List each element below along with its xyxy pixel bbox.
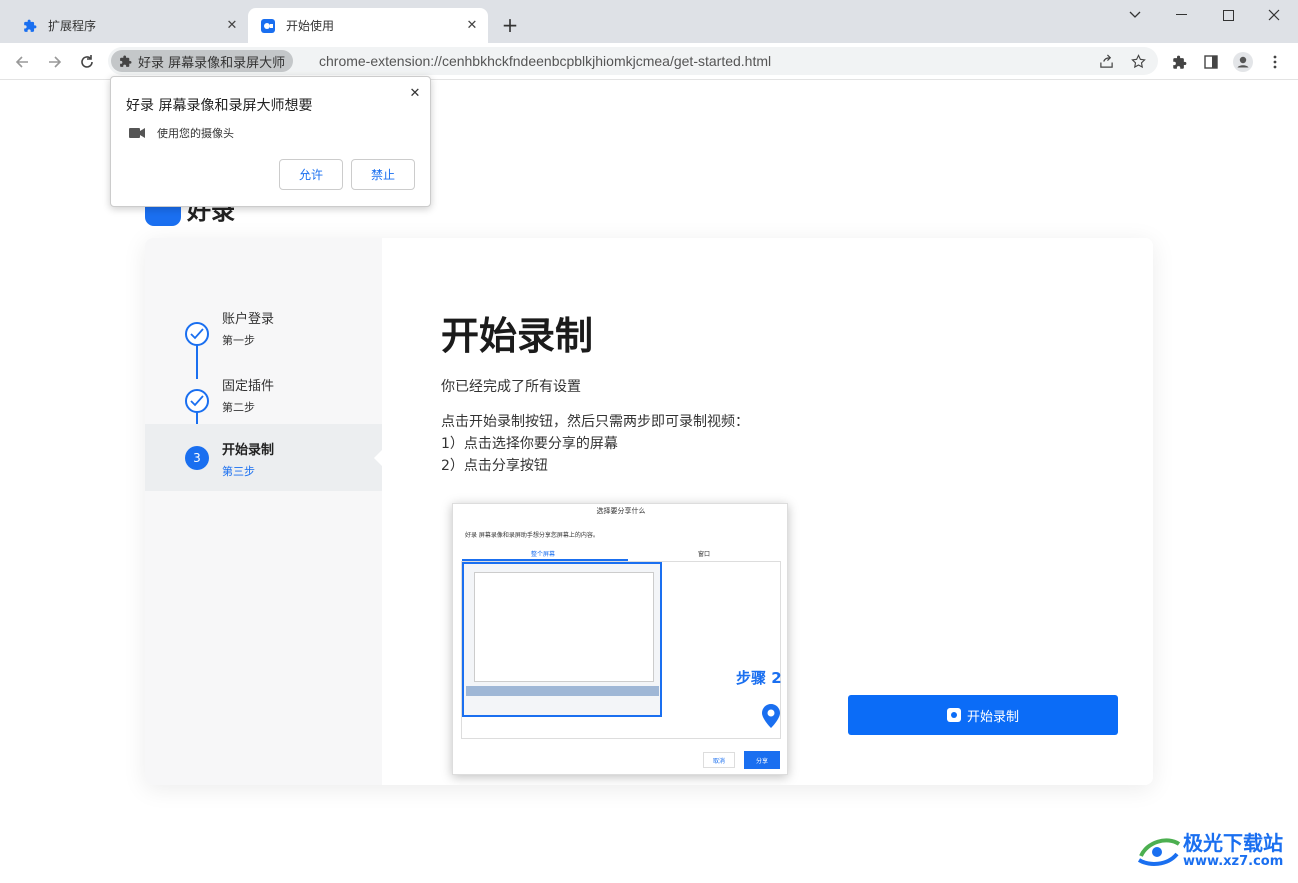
- star-icon[interactable]: [1130, 53, 1146, 69]
- step-start-recording[interactable]: 3 开始录制 第三步: [145, 424, 382, 491]
- share-dialog-illustration: 选择要分享什么 好录 屏幕录像和录屏助手想分享您屏幕上的内容。 整个屏幕 窗口 …: [452, 503, 788, 775]
- page-title: 开始录制: [441, 314, 594, 358]
- active-step-pointer: [374, 450, 382, 466]
- watermark-logo-icon: [1137, 838, 1181, 866]
- recorder-icon: [260, 18, 276, 34]
- step-subtitle: 第二步: [222, 401, 255, 414]
- tab-label: 开始使用: [286, 19, 335, 33]
- step-title: 固定插件: [222, 379, 275, 394]
- illustration-cancel: 取消: [703, 752, 735, 768]
- extensions-icon[interactable]: [1169, 52, 1189, 72]
- illustration-share: 分享: [744, 751, 780, 769]
- forward-button[interactable]: [42, 49, 68, 75]
- puzzle-icon: [119, 55, 132, 68]
- instruction-item-1: 1）点击选择你要分享的屏幕: [441, 436, 618, 452]
- profile-avatar-icon[interactable]: [1233, 52, 1253, 72]
- reload-button[interactable]: [74, 49, 100, 75]
- title-bar: 扩展程序 ✕ 开始使用 ✕ +: [0, 0, 1298, 43]
- close-window-button[interactable]: [1251, 0, 1297, 30]
- instructions-text: 点击开始录制按钮，然后只需两步即可录制视频：: [441, 414, 749, 430]
- thumbnail-window: [474, 572, 654, 682]
- step-login[interactable]: 账户登录 第一步: [145, 308, 382, 374]
- step-title: 账户登录: [222, 312, 275, 327]
- watermark: 极光下载站 www.xz7.com: [1135, 830, 1283, 870]
- tab-label: 扩展程序: [48, 19, 97, 33]
- new-tab-button[interactable]: +: [498, 13, 522, 37]
- main-panel: 开始录制 你已经完成了所有设置 点击开始录制按钮，然后只需两步即可录制视频： 1…: [382, 238, 1153, 785]
- menu-icon[interactable]: [1265, 52, 1285, 72]
- tab-search-icon[interactable]: [1112, 0, 1158, 30]
- record-icon: [946, 708, 961, 722]
- illustration-tab-underline: [462, 559, 628, 561]
- back-button[interactable]: [9, 49, 35, 75]
- instruction-item-2: 2）点击分享按钮: [441, 458, 548, 474]
- extension-chip[interactable]: 好录 屏幕录像和录屏大师: [111, 50, 294, 72]
- permission-item: 使用您的摄像头: [157, 127, 234, 140]
- camera-permission-popup: 好录 屏幕录像和录屏大师想要 ✕ 使用您的摄像头 允许 禁止: [110, 76, 431, 207]
- start-recording-button[interactable]: 开始录制: [848, 695, 1118, 735]
- block-button[interactable]: 禁止: [351, 159, 415, 190]
- start-recording-label: 开始录制: [966, 709, 1019, 725]
- thumbnail-taskbar: [466, 686, 659, 696]
- steps-sidebar: 账户登录 第一步 固定插件 第二步 3 开始录制 第三步: [145, 238, 382, 785]
- location-pin-icon: [762, 704, 780, 728]
- tab-extensions[interactable]: 扩展程序 ✕: [10, 8, 248, 43]
- browser-toolbar: 好录 屏幕录像和录屏大师 chrome-extension://cenhbkhc…: [0, 43, 1298, 80]
- puzzle-icon: [22, 18, 38, 34]
- watermark-title: 极光下载站: [1183, 830, 1283, 855]
- address-bar[interactable]: 好录 屏幕录像和录屏大师 chrome-extension://cenhbkhc…: [108, 47, 1158, 75]
- close-icon[interactable]: ✕: [462, 16, 482, 36]
- intro-text: 你已经完成了所有设置: [441, 379, 581, 395]
- minimize-button[interactable]: [1158, 0, 1204, 30]
- step-number: 3: [185, 446, 209, 470]
- watermark-url: www.xz7.com: [1183, 853, 1284, 869]
- step-2-label: 步骤 2: [736, 669, 782, 687]
- step-subtitle: 第三步: [222, 465, 255, 478]
- side-panel-icon[interactable]: [1201, 52, 1221, 72]
- onboarding-card: 账户登录 第一步 固定插件 第二步 3 开始录制 第三步 开始录制 你已经完成了…: [145, 238, 1153, 785]
- share-icon[interactable]: [1098, 53, 1114, 69]
- illustration-subtitle: 好录 屏幕录像和录屏助手想分享您屏幕上的内容。: [465, 532, 599, 539]
- illustration-tab-window: 窗口: [698, 551, 711, 558]
- check-icon: [185, 389, 209, 413]
- tab-get-started[interactable]: 开始使用 ✕: [248, 8, 488, 43]
- close-icon[interactable]: ✕: [407, 85, 423, 101]
- close-icon[interactable]: ✕: [222, 16, 242, 36]
- screen-thumbnail: [462, 562, 662, 717]
- extension-chip-label: 好录 屏幕录像和录屏大师: [138, 55, 286, 71]
- popup-title: 好录 屏幕录像和录屏大师想要: [126, 98, 313, 114]
- maximize-button[interactable]: [1205, 0, 1251, 30]
- allow-button[interactable]: 允许: [279, 159, 343, 190]
- camera-icon: [129, 128, 145, 138]
- step-title: 开始录制: [222, 443, 275, 458]
- step-subtitle: 第一步: [222, 334, 255, 347]
- check-icon: [185, 322, 209, 346]
- illustration-tab-screen: 整个屏幕: [531, 551, 556, 558]
- illustration-title: 选择要分享什么: [596, 507, 646, 515]
- url-text[interactable]: chrome-extension://cenhbkhckfndeenbcpblk…: [319, 53, 771, 69]
